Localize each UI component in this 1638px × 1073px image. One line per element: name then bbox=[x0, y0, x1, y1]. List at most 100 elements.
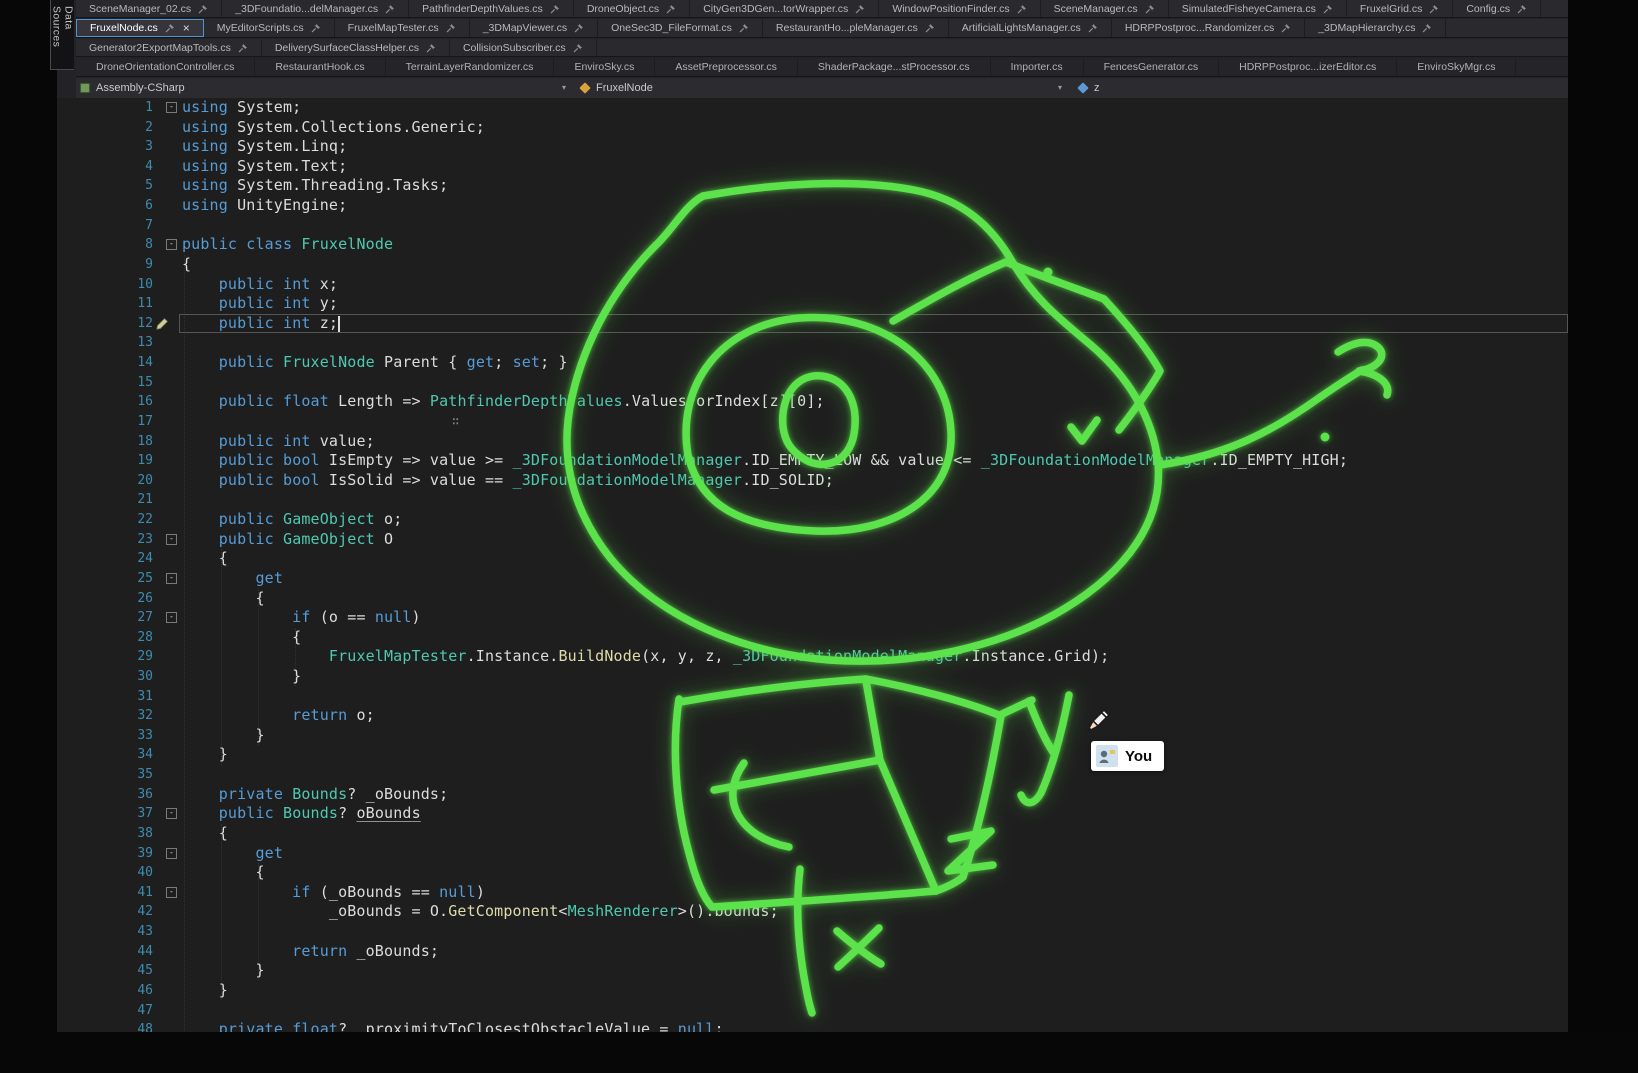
line-number: 34 bbox=[57, 745, 153, 765]
code-line[interactable]: 30 } bbox=[57, 667, 1568, 687]
code-line[interactable]: 31 bbox=[57, 687, 1568, 707]
fold-marker-icon[interactable]: - bbox=[166, 808, 177, 819]
code-line[interactable]: 6using UnityEngine; bbox=[57, 196, 1568, 216]
code-line[interactable]: 15 bbox=[57, 373, 1568, 393]
code-line[interactable]: 41- if (_oBounds == null) bbox=[57, 883, 1568, 903]
code-line[interactable]: 43 bbox=[57, 922, 1568, 942]
member-dropdown[interactable]: z bbox=[1094, 78, 1100, 98]
fold-marker-icon[interactable]: - bbox=[166, 102, 177, 113]
code-line[interactable]: 1-using System; bbox=[57, 98, 1568, 118]
file-tab[interactable]: CityGen3DGen...torWrapper.cs bbox=[690, 0, 879, 17]
code-line[interactable]: 40 { bbox=[57, 863, 1568, 883]
field-icon bbox=[1077, 82, 1088, 93]
fold-marker-icon[interactable]: - bbox=[166, 239, 177, 250]
code-line[interactable]: 10 public int x; bbox=[57, 275, 1568, 295]
code-line[interactable]: 35 bbox=[57, 765, 1568, 785]
code-editor[interactable]: 1-using System;2using System.Collections… bbox=[57, 98, 1568, 1073]
code-line[interactable]: 3using System.Linq; bbox=[57, 137, 1568, 157]
code-line[interactable]: 23- public GameObject O bbox=[57, 530, 1568, 550]
project-dropdown[interactable]: Assembly-CSharp bbox=[96, 78, 185, 98]
file-tab[interactable]: EnviroSkyMgr.cs bbox=[1397, 58, 1516, 76]
fold-marker-icon[interactable]: - bbox=[166, 534, 177, 545]
code-line[interactable]: 25- get bbox=[57, 569, 1568, 589]
code-line[interactable]: 42 _oBounds = O.GetComponent<MeshRendere… bbox=[57, 902, 1568, 922]
line-number: 23 bbox=[57, 530, 153, 550]
code-line[interactable]: 29 FruxelMapTester.Instance.BuildNode(x,… bbox=[57, 647, 1568, 667]
file-tab[interactable]: FencesGenerator.cs bbox=[1084, 58, 1220, 76]
code-line[interactable]: 7 bbox=[57, 216, 1568, 236]
file-tab[interactable]: MyEditorScripts.cs bbox=[204, 19, 335, 37]
file-tab[interactable]: DroneOrientationController.cs bbox=[76, 58, 255, 76]
file-tab[interactable]: RestaurantHook.cs bbox=[255, 58, 385, 76]
pin-icon bbox=[855, 4, 865, 14]
code-line[interactable]: 47 bbox=[57, 1001, 1568, 1021]
file-tab[interactable]: Generator2ExportMapTools.cs bbox=[76, 39, 262, 56]
code-line[interactable]: 26 { bbox=[57, 589, 1568, 609]
code-line[interactable]: 11 public int y; bbox=[57, 294, 1568, 314]
file-tab[interactable]: AssetPreprocessor.cs bbox=[655, 58, 798, 76]
file-tab[interactable]: FruxelMapTester.cs bbox=[335, 19, 470, 37]
code-line[interactable]: 36 private Bounds? _oBounds; bbox=[57, 785, 1568, 805]
file-tab[interactable]: TerrainLayerRandomizer.cs bbox=[386, 58, 555, 76]
code-line[interactable]: 13 bbox=[57, 333, 1568, 353]
code-text: public GameObject o; bbox=[182, 510, 402, 530]
code-line[interactable]: 8-public class FruxelNode bbox=[57, 235, 1568, 255]
file-tab[interactable]: WindowPositionFinder.cs bbox=[879, 0, 1040, 17]
code-line[interactable]: 17 bbox=[57, 412, 1568, 432]
file-tab[interactable]: OneSec3D_FileFormat.cs bbox=[598, 19, 763, 37]
file-tab[interactable]: FruxelGrid.cs bbox=[1347, 0, 1453, 17]
file-tab[interactable]: DroneObject.cs bbox=[574, 0, 690, 17]
file-tab[interactable]: _3DMapHierarchy.cs bbox=[1305, 19, 1446, 37]
file-tab[interactable]: HDRPPostproc...Randomizer.cs bbox=[1112, 19, 1305, 37]
code-line[interactable]: 32 return o; bbox=[57, 706, 1568, 726]
code-line[interactable]: 46 } bbox=[57, 981, 1568, 1001]
code-line[interactable]: 21 bbox=[57, 490, 1568, 510]
file-tab[interactable]: ArtificialLightsManager.cs bbox=[949, 19, 1112, 37]
code-line[interactable]: 19 public bool IsEmpty => value >= _3DFo… bbox=[57, 451, 1568, 471]
file-tab[interactable]: Config.cs bbox=[1453, 0, 1541, 17]
file-tab[interactable]: CollisionSubscriber.cs bbox=[450, 39, 597, 56]
code-line[interactable]: 4using System.Text; bbox=[57, 157, 1568, 177]
fold-marker-icon[interactable]: - bbox=[166, 887, 177, 898]
file-tab[interactable]: PathfinderDepthValues.cs bbox=[409, 0, 574, 17]
file-tab[interactable]: SceneManager_02.cs bbox=[76, 0, 222, 17]
class-dropdown[interactable]: FruxelNode bbox=[596, 78, 653, 98]
file-tab[interactable]: RestaurantHo...pleManager.cs bbox=[763, 19, 949, 37]
code-line[interactable]: 9{ bbox=[57, 255, 1568, 275]
code-line[interactable]: 37- public Bounds? oBounds bbox=[57, 804, 1568, 824]
file-tab[interactable]: _3DFoundatio...delManager.cs bbox=[222, 0, 409, 17]
code-line[interactable]: 38 { bbox=[57, 824, 1568, 844]
class-dropdown-caret-icon[interactable]: ▾ bbox=[1058, 78, 1062, 98]
file-tab[interactable]: ShaderPackage...stProcessor.cs bbox=[798, 58, 991, 76]
code-line[interactable]: 20 public bool IsSolid => value == _3DFo… bbox=[57, 471, 1568, 491]
data-sources-tool-tab[interactable]: Data Sources bbox=[50, 0, 74, 70]
file-tab-active[interactable]: FruxelNode.cs× bbox=[76, 19, 204, 37]
file-tab[interactable]: SimulatedFisheyeCamera.cs bbox=[1169, 0, 1347, 17]
code-line[interactable]: 33 } bbox=[57, 726, 1568, 746]
file-tab[interactable]: EnviroSky.cs bbox=[554, 58, 655, 76]
code-line[interactable]: 14 public FruxelNode Parent { get; set; … bbox=[57, 353, 1568, 373]
code-line[interactable]: 18 public int value; bbox=[57, 432, 1568, 452]
code-line[interactable]: 2using System.Collections.Generic; bbox=[57, 118, 1568, 138]
code-line[interactable]: 27- if (o == null) bbox=[57, 608, 1568, 628]
project-dropdown-caret-icon[interactable]: ▾ bbox=[562, 78, 566, 98]
code-line[interactable]: 45 } bbox=[57, 961, 1568, 981]
code-line[interactable]: 16 public float Length => PathfinderDept… bbox=[57, 392, 1568, 412]
code-line[interactable]: 22 public GameObject o; bbox=[57, 510, 1568, 530]
file-tab-label: DroneObject.cs bbox=[587, 3, 659, 15]
file-tab[interactable]: Importer.cs bbox=[991, 58, 1084, 76]
file-tab[interactable]: SceneManager.cs bbox=[1041, 0, 1169, 17]
code-line[interactable]: 34 } bbox=[57, 745, 1568, 765]
fold-marker-icon[interactable]: - bbox=[166, 612, 177, 623]
file-tab[interactable]: _3DMapViewer.cs bbox=[470, 19, 598, 37]
file-tab[interactable]: HDRPPostproc...izerEditor.cs bbox=[1219, 58, 1397, 76]
code-line[interactable]: 5using System.Threading.Tasks; bbox=[57, 176, 1568, 196]
code-line[interactable]: 24 { bbox=[57, 549, 1568, 569]
code-line[interactable]: 44 return _oBounds; bbox=[57, 942, 1568, 962]
file-tab[interactable]: DeliverySurfaceClassHelper.cs bbox=[262, 39, 450, 56]
close-tab-icon[interactable]: × bbox=[183, 22, 190, 34]
fold-marker-icon[interactable]: - bbox=[166, 573, 177, 584]
fold-marker-icon[interactable]: - bbox=[166, 848, 177, 859]
code-line[interactable]: 28 { bbox=[57, 628, 1568, 648]
code-line[interactable]: 39- get bbox=[57, 844, 1568, 864]
